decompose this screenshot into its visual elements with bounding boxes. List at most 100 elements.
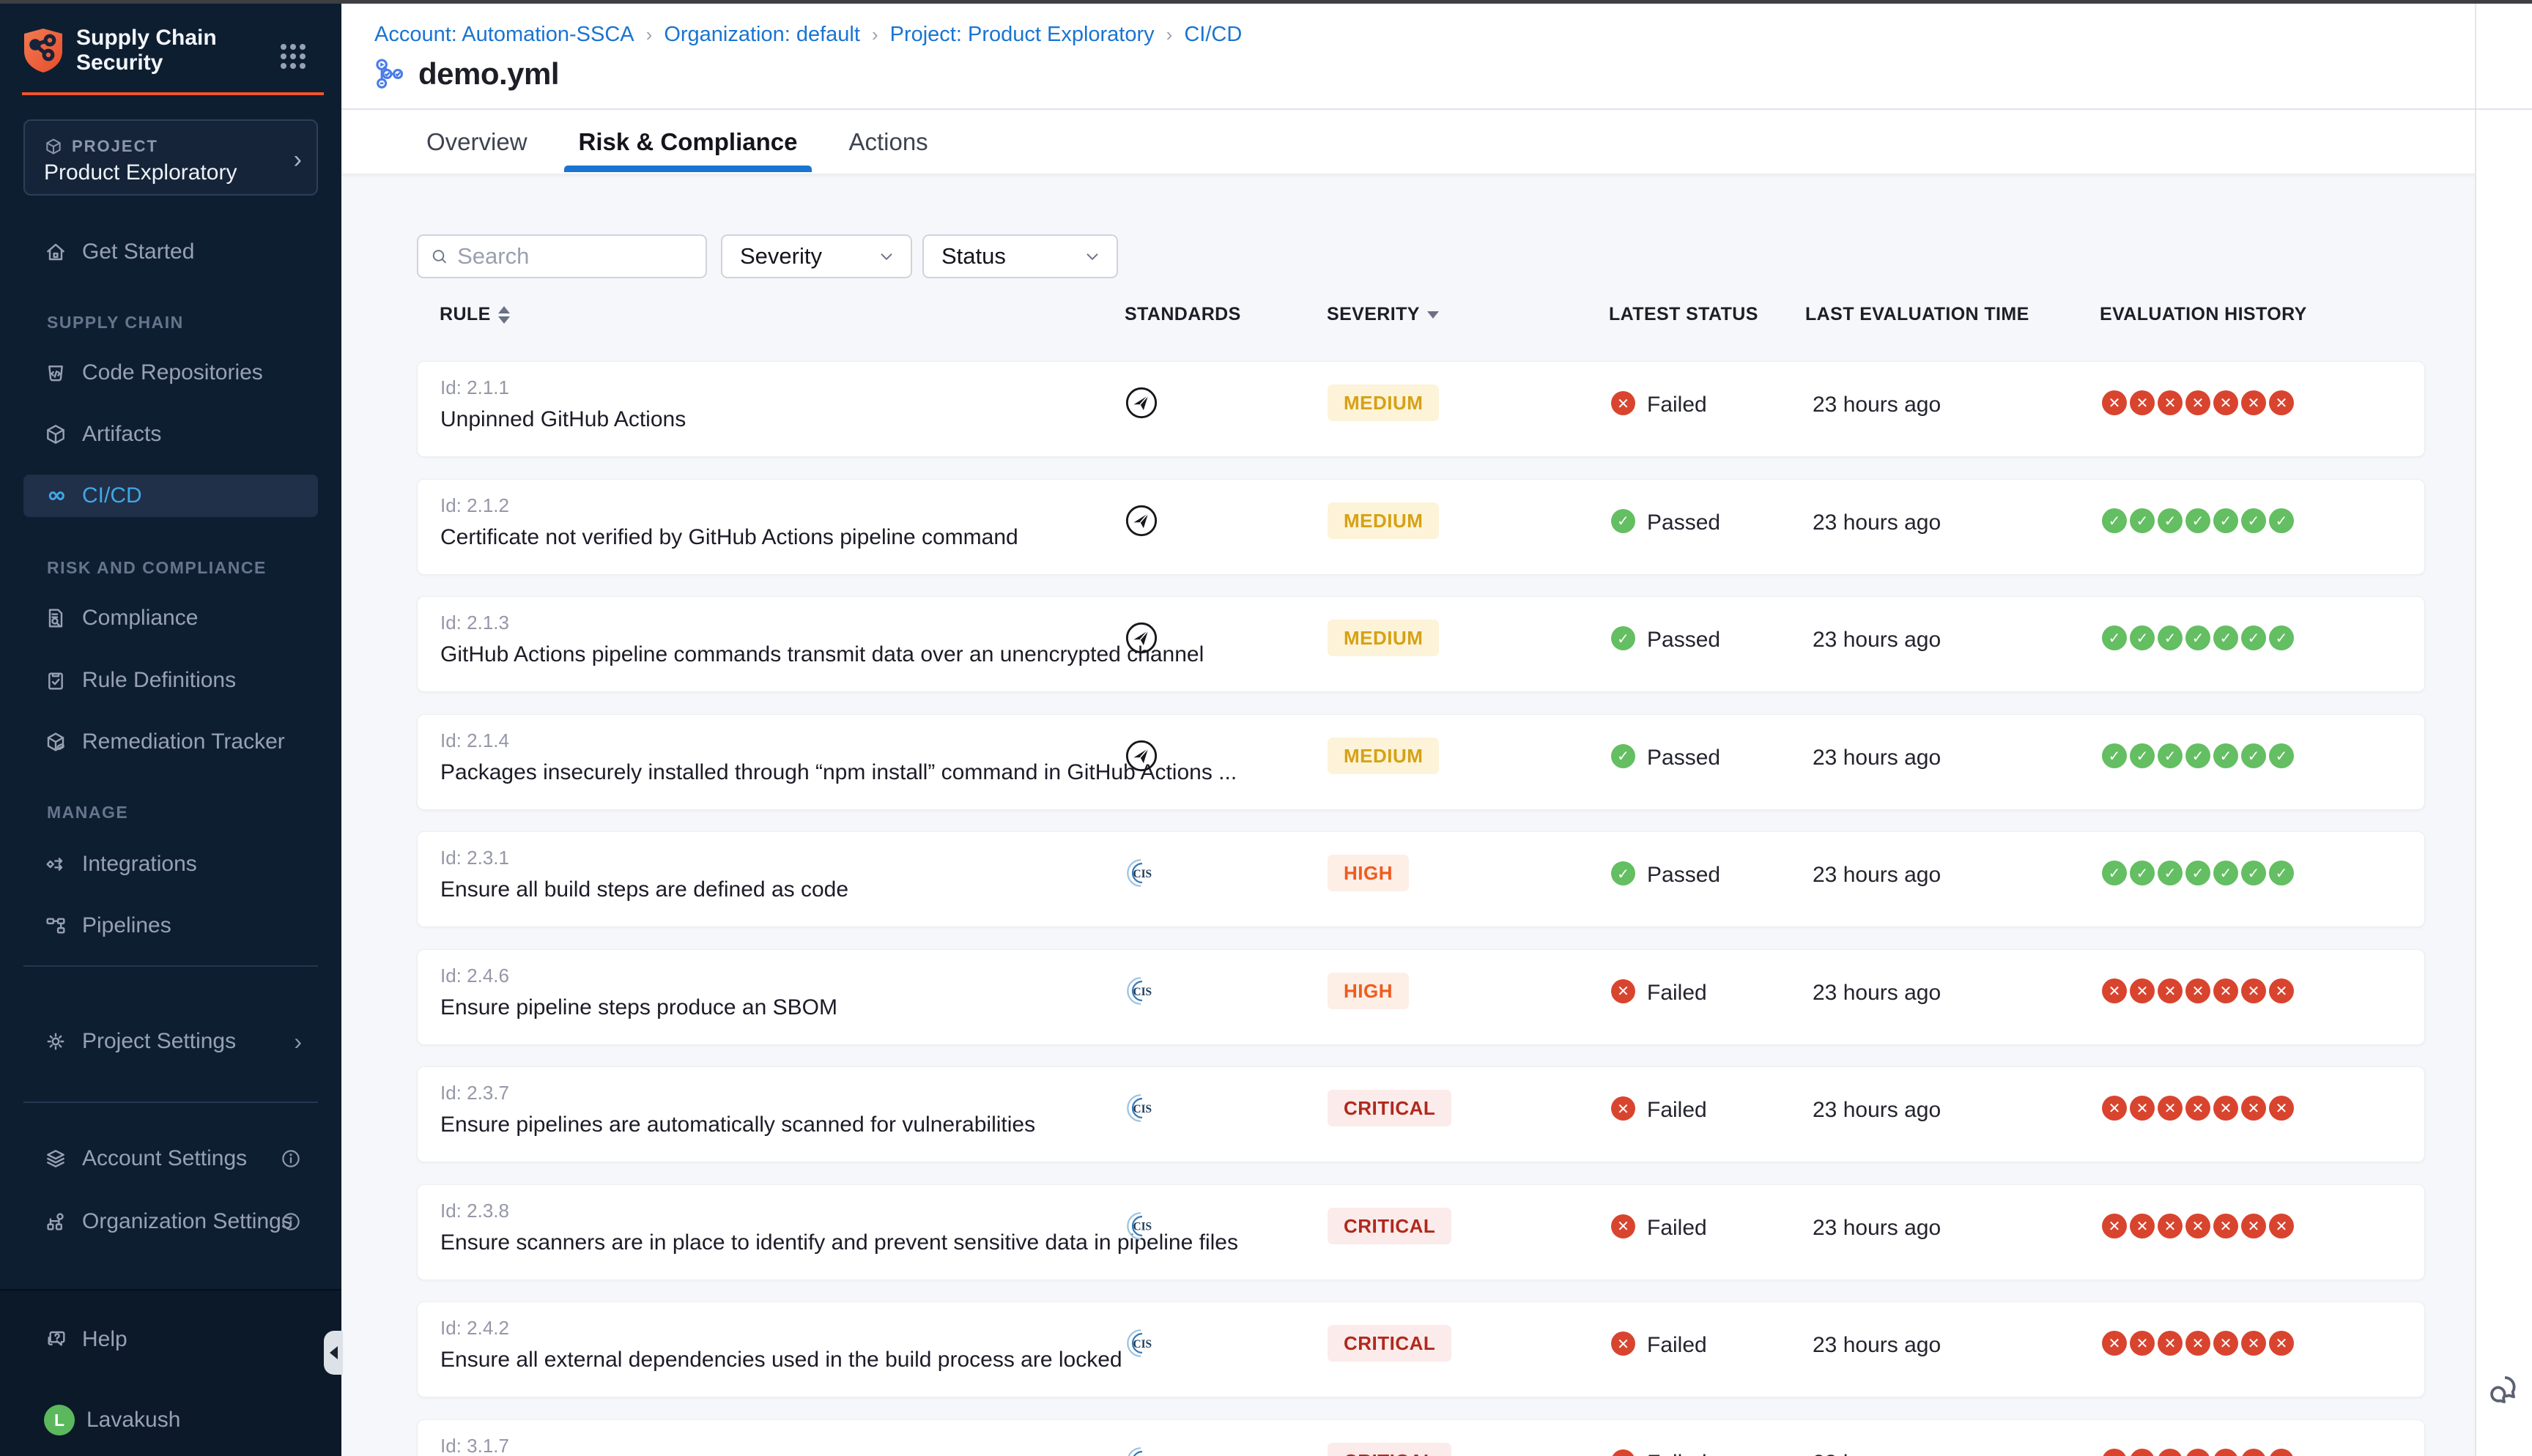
severity-filter-dropdown[interactable]: Severity [721,234,912,278]
help-chat-icon [44,1328,67,1351]
breadcrumb-account[interactable]: Account: Automation-SSCA [374,23,634,47]
severity-filter-label: Severity [740,243,822,270]
failed-icon: ✕ [1611,391,1635,415]
window-top-bar [0,0,2532,4]
cis-standard-icon: CIS [1125,1326,1158,1360]
sidebar-item-remediation-tracker[interactable]: Remediation Tracker [23,721,318,763]
history-pass-icon: ✓ [2213,508,2238,533]
breadcrumb-cicd[interactable]: CI/CD [1184,23,1242,47]
table-row[interactable]: Id: 2.3.1 Ensure all build steps are def… [417,831,2425,927]
history-fail-icon: ✕ [2130,390,2155,415]
status-text: Passed [1647,863,1720,888]
evaluation-history: ✓✓✓✓✓✓✓ [2102,625,2294,650]
history-fail-icon: ✕ [2130,1096,2155,1121]
evaluation-history: ✕✕✕✕✕✕✕ [2102,1449,2294,1456]
history-fail-icon: ✕ [2185,390,2210,415]
sidebar-item-help[interactable]: Help [23,1318,318,1361]
infinity-icon [44,484,67,508]
support-chat-icon[interactable] [2485,1371,2523,1409]
history-fail-icon: ✕ [2241,1214,2266,1238]
chevron-right-icon: › [294,1028,302,1055]
breadcrumb-project[interactable]: Project: Product Exploratory [890,23,1155,47]
search-input[interactable] [457,243,694,270]
status-text: Passed [1647,510,1720,535]
cis-standard-icon: CIS [1125,856,1158,890]
history-fail-icon: ✕ [2158,1449,2183,1456]
sidebar-item-code-repositories[interactable]: Code Repositories [23,352,318,394]
history-pass-icon: ✓ [2269,625,2294,650]
table-row[interactable]: Id: 2.3.7 Ensure pipelines are automatic… [417,1066,2425,1162]
scroll-gutter[interactable] [2475,4,2532,1456]
table-row[interactable]: Id: 2.3.8 Ensure scanners are in place t… [417,1184,2425,1280]
history-fail-icon: ✕ [2213,978,2238,1003]
rule-id: Id: 2.1.2 [440,494,509,517]
breadcrumb-organization[interactable]: Organization: default [664,23,860,47]
sidebar-item-project-settings[interactable]: Project Settings › [23,1020,318,1063]
column-header-rule[interactable]: RULE [440,304,510,325]
sidebar: Supply Chain Security PROJECT Product Ex… [0,4,341,1456]
history-pass-icon: ✓ [2213,625,2238,650]
history-pass-icon: ✓ [2213,743,2238,768]
table-row[interactable]: Id: 2.1.3 GitHub Actions pipeline comman… [417,596,2425,692]
sidebar-item-account-settings[interactable]: Account Settings [23,1137,318,1180]
rule-id: Id: 2.1.1 [440,376,509,399]
sidebar-item-pipelines[interactable]: Pipelines [23,905,318,947]
header-divider [341,108,2532,110]
sidebar-item-integrations[interactable]: Integrations [23,843,318,885]
severity-badge: HIGH [1328,973,1409,1009]
rule-id: Id: 2.3.1 [440,847,509,869]
project-selector[interactable]: PROJECT Product Exploratory › [23,119,318,196]
history-fail-icon: ✕ [2213,1096,2238,1121]
table-row[interactable]: Id: 2.1.1 Unpinned GitHub Actions CIS ME… [417,361,2425,457]
shield-logo-icon [22,27,64,74]
history-fail-icon: ✕ [2158,1331,2183,1356]
failed-icon: ✕ [1611,1449,1635,1456]
tab-risk-and-compliance[interactable]: Risk & Compliance [577,128,799,156]
sidebar-item-organization-settings[interactable]: Organization Settings [23,1200,318,1243]
sidebar-item-rule-definitions[interactable]: Rule Definitions [23,659,318,702]
history-fail-icon: ✕ [2213,1449,2238,1456]
app-logo[interactable]: Supply Chain Security [22,26,217,75]
column-header-severity[interactable]: SEVERITY [1327,304,1439,325]
history-fail-icon: ✕ [2102,978,2127,1003]
tab-actions[interactable]: Actions [847,128,929,156]
sidebar-item-artifacts[interactable]: Artifacts [23,413,318,456]
history-pass-icon: ✓ [2102,508,2127,533]
status-filter-dropdown[interactable]: Status [922,234,1118,278]
history-pass-icon: ✓ [2102,625,2127,650]
column-header-standards: STANDARDS [1125,304,1241,325]
tab-overview[interactable]: Overview [425,128,529,156]
table-row[interactable]: Id: 2.4.6 Ensure pipeline steps produce … [417,949,2425,1045]
history-fail-icon: ✕ [2102,1096,2127,1121]
table-row[interactable]: Id: 2.1.2 Certificate not verified by Gi… [417,479,2425,575]
history-fail-icon: ✕ [2158,390,2183,415]
history-pass-icon: ✓ [2185,743,2210,768]
sidebar-footer: Help L Lavakush [0,1289,341,1456]
history-pass-icon: ✓ [2241,861,2266,885]
code-repository-icon [44,361,67,385]
last-evaluation-time: 23 hours ago [1813,1216,1941,1241]
sidebar-collapse-handle[interactable] [324,1331,343,1375]
history-pass-icon: ✓ [2185,625,2210,650]
app-grid-icon[interactable] [281,44,306,69]
user-menu[interactable]: L Lavakush [23,1399,318,1441]
history-pass-icon: ✓ [2185,508,2210,533]
sidebar-item-compliance[interactable]: Compliance [23,597,318,639]
cis-standard-icon: CIS [1125,1209,1158,1243]
chevron-right-icon: › [294,146,302,174]
history-pass-icon: ✓ [2130,508,2155,533]
rule-name: GitHub Actions pipeline commands transmi… [440,642,1204,667]
rule-name: Ensure all build steps are defined as co… [440,877,848,902]
sidebar-item-get-started[interactable]: Get Started [23,231,318,273]
table-row[interactable]: Id: 3.1.7 CIS CRITICAL ✕ Failed 23 hours… [417,1419,2425,1456]
sidebar-item-cicd[interactable]: CI/CD [23,475,318,517]
table-row[interactable]: Id: 2.4.2 Ensure all external dependenci… [417,1301,2425,1397]
severity-badge: MEDIUM [1328,620,1439,656]
last-evaluation-time: 23 hours ago [1813,746,1941,770]
column-header-latest-status: LATEST STATUS [1609,304,1758,325]
table-row[interactable]: Id: 2.1.4 Packages insecurely installed … [417,714,2425,810]
evaluation-history: ✕✕✕✕✕✕✕ [2102,978,2294,1003]
history-fail-icon: ✕ [2213,390,2238,415]
tab-bar: Overview Risk & Compliance Actions [341,110,2532,174]
history-pass-icon: ✓ [2130,861,2155,885]
